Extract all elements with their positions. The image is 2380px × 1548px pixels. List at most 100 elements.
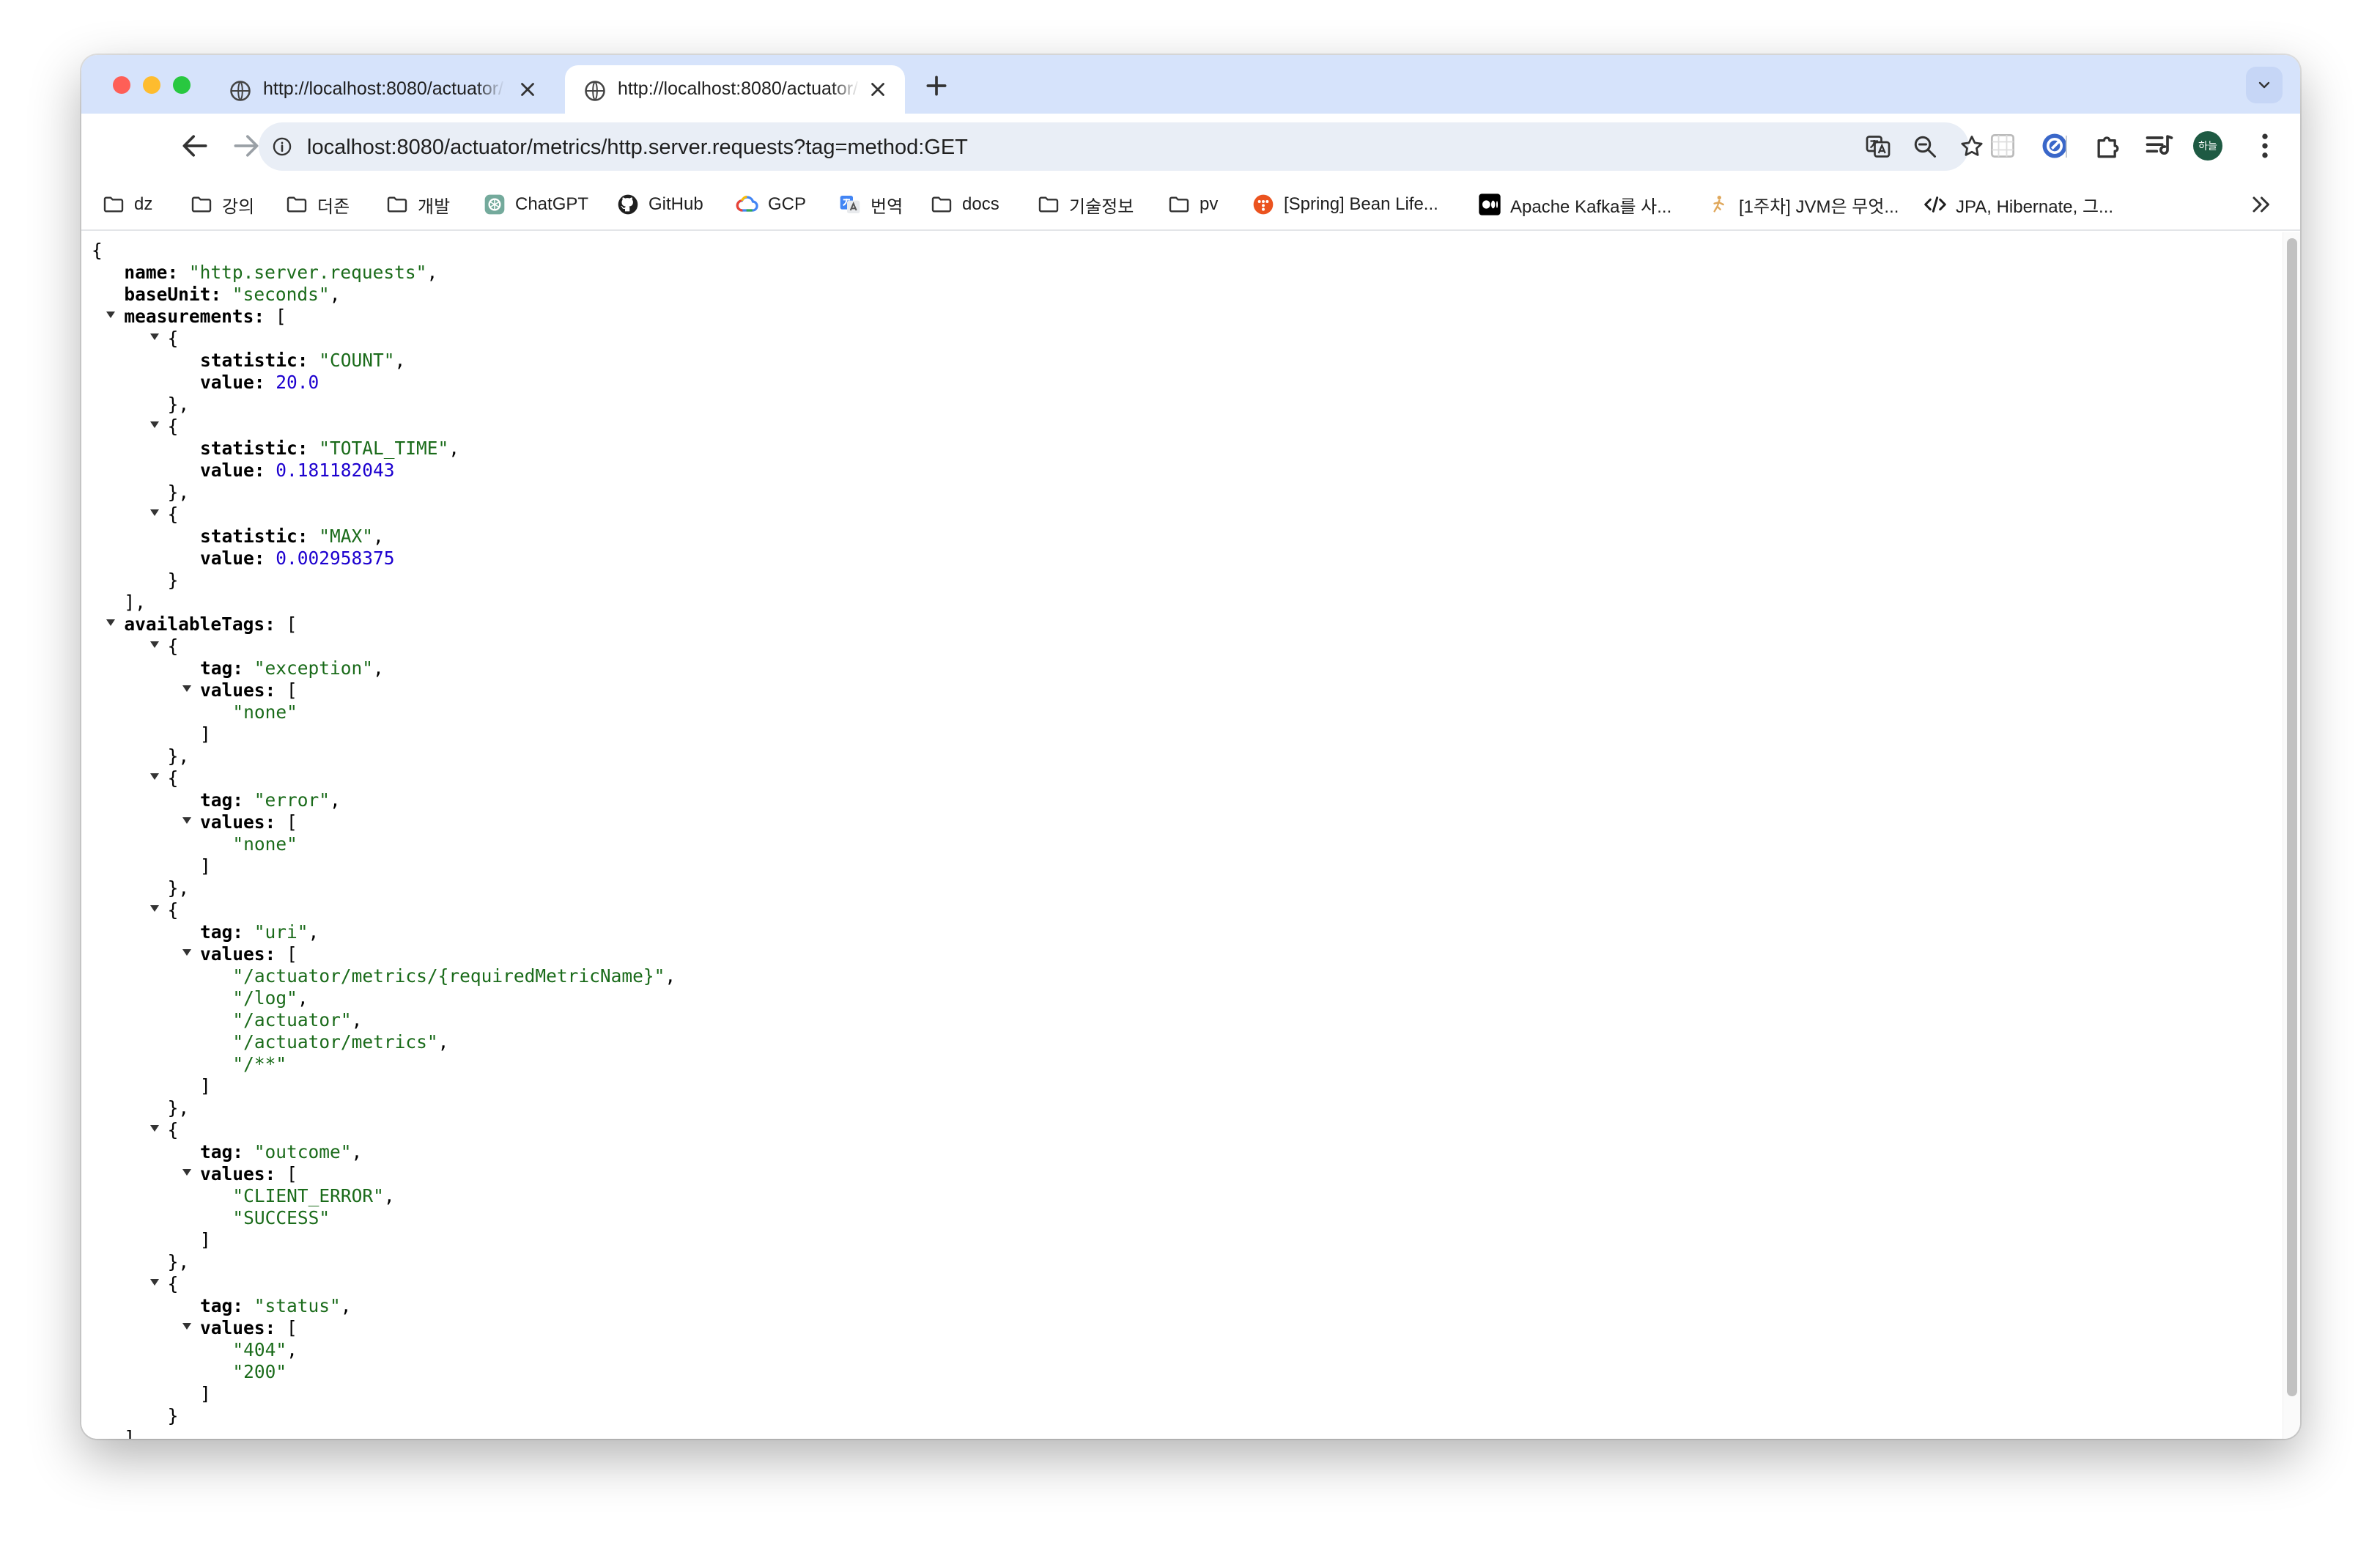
json-line: "CLIENT_ERROR", <box>92 1185 676 1207</box>
json-line: statistic: "MAX", <box>92 526 676 548</box>
json-string: "/**" <box>232 1053 287 1075</box>
close-tab-icon[interactable] <box>867 78 889 100</box>
json-token: , <box>330 789 341 811</box>
bookmark-item[interactable]: 더존 <box>285 191 350 218</box>
forward-icon[interactable] <box>230 130 262 162</box>
json-line: }, <box>92 482 676 504</box>
side-panel-toggle-icon[interactable] <box>2161 130 2193 162</box>
info-icon[interactable] <box>272 136 292 157</box>
collapse-toggle-icon[interactable] <box>149 641 159 648</box>
folder-icon <box>1169 196 1189 213</box>
collapse-toggle-icon[interactable] <box>182 817 191 824</box>
minimize-window-button[interactable] <box>143 76 160 94</box>
back-icon[interactable] <box>179 130 211 162</box>
tab-2-active[interactable]: http://localhost:8080/actuator/metrics/h… <box>565 65 905 114</box>
collapse-toggle-icon[interactable] <box>106 312 116 318</box>
bookmark-item[interactable]: 기술정보 <box>1037 191 1134 218</box>
folder-icon <box>1038 196 1059 213</box>
bookmark-item[interactable]: GCP <box>736 191 806 218</box>
collapse-toggle-icon[interactable] <box>149 421 159 428</box>
bookmark-item[interactable]: Apache Kafka를 사... <box>1478 191 1671 218</box>
json-token: [ <box>276 679 298 701</box>
json-line: "200" <box>92 1361 676 1383</box>
bookmark-item[interactable]: JPA, Hibernate, 그... <box>1923 191 2113 218</box>
json-key: tag: <box>200 1295 244 1316</box>
translate-icon[interactable] <box>1865 133 1891 160</box>
medium-icon <box>1479 194 1501 215</box>
bookmark-item[interactable]: dz <box>102 191 152 218</box>
json-line: "/**" <box>92 1053 676 1075</box>
json-key: statistic: <box>200 526 308 547</box>
collapse-toggle-icon[interactable] <box>182 1323 191 1330</box>
bookmark-item[interactable]: 개발 <box>385 191 450 218</box>
json-string: "/actuator/metrics/{requiredMetricName}" <box>232 965 665 987</box>
bookmark-item[interactable]: GitHub <box>616 191 703 218</box>
tab-title: http://localhost:8080/actuator/metrics/h… <box>263 78 505 99</box>
bookmark-item[interactable]: [Spring] Bean Life... <box>1252 191 1438 218</box>
bookmarks-overflow-icon[interactable] <box>2247 191 2274 218</box>
menu-kebab-icon[interactable] <box>2249 130 2281 162</box>
bookmark-item[interactable]: 번역 <box>838 191 903 218</box>
extension-grid-icon[interactable] <box>1987 130 2019 162</box>
tab-1[interactable]: http://localhost:8080/actuator/metrics/h… <box>210 65 555 114</box>
json-key: values: <box>200 811 276 833</box>
json-string: "seconds" <box>232 284 330 305</box>
json-string: "status" <box>254 1295 341 1316</box>
bookmark-item[interactable]: ChatGPT <box>483 191 588 218</box>
collapse-toggle-icon[interactable] <box>182 1169 191 1176</box>
json-key: baseUnit: <box>124 284 222 305</box>
json-string: "404" <box>232 1339 287 1360</box>
new-tab-icon[interactable] <box>922 71 951 100</box>
json-line: ] <box>92 1229 676 1251</box>
json-viewer: {name: "http.server.requests", baseUnit: … <box>81 232 2300 1439</box>
json-token: , <box>383 1185 395 1206</box>
tab-title: http://localhost:8080/actuator/metrics/h… <box>618 78 860 99</box>
collapse-toggle-icon[interactable] <box>149 773 159 780</box>
tab-search-button[interactable] <box>2246 67 2283 103</box>
json-token: , <box>329 284 341 305</box>
collapse-toggle-icon[interactable] <box>149 905 159 912</box>
bookmark-item[interactable]: docs <box>930 191 999 218</box>
globe-icon <box>230 81 251 101</box>
collapse-toggle-icon[interactable] <box>182 949 191 956</box>
close-tab-icon[interactable] <box>517 78 539 100</box>
url-text[interactable]: localhost:8080/actuator/metrics/http.ser… <box>307 136 968 160</box>
json-string: "COUNT" <box>319 350 395 371</box>
collapse-toggle-icon[interactable] <box>149 509 159 516</box>
bookmark-label: docs <box>962 194 999 214</box>
json-number: 0.181182043 <box>276 460 395 481</box>
scrollbar-thumb[interactable] <box>2287 238 2297 1396</box>
collapse-toggle-icon[interactable] <box>149 1125 159 1132</box>
address-bar[interactable]: localhost:8080/actuator/metrics/http.ser… <box>259 122 1983 171</box>
zoom-window-button[interactable] <box>173 76 191 94</box>
json-token: ] <box>200 723 211 745</box>
json-string: "SUCCESS" <box>232 1207 330 1228</box>
vertical-scrollbar[interactable] <box>2283 232 2300 1439</box>
collapse-toggle-icon[interactable] <box>149 1279 159 1286</box>
json-key: value: <box>200 460 265 481</box>
bookmark-label: Apache Kafka를 사... <box>1510 196 1672 217</box>
json-token: [ <box>276 1163 298 1184</box>
collapse-toggle-icon[interactable] <box>106 619 116 626</box>
json-line: { <box>92 767 676 789</box>
json-token: }, <box>167 745 190 767</box>
bookmark-item[interactable]: pv <box>1167 191 1218 218</box>
extensions-puzzle-icon[interactable] <box>2092 130 2124 162</box>
bookmark-star-icon[interactable] <box>1959 133 1985 160</box>
bookmark-item[interactable]: 강의 <box>190 191 254 218</box>
json-token: , <box>394 350 406 371</box>
json-key: tag: <box>200 1141 244 1162</box>
collapse-toggle-icon[interactable] <box>149 333 159 340</box>
profile-avatar[interactable]: 하늘 <box>2193 131 2222 161</box>
json-key: statistic: <box>200 438 308 459</box>
bookmark-item[interactable]: [1주차] JVM은 무엇... <box>1707 191 1899 218</box>
json-token: , <box>665 965 676 987</box>
folder-icon <box>103 196 124 213</box>
zoom-icon[interactable] <box>1912 133 1938 160</box>
close-window-button[interactable] <box>113 76 130 94</box>
json-line: "none" <box>92 701 676 723</box>
collapse-toggle-icon[interactable] <box>182 685 191 692</box>
json-token: }, <box>167 1251 190 1272</box>
